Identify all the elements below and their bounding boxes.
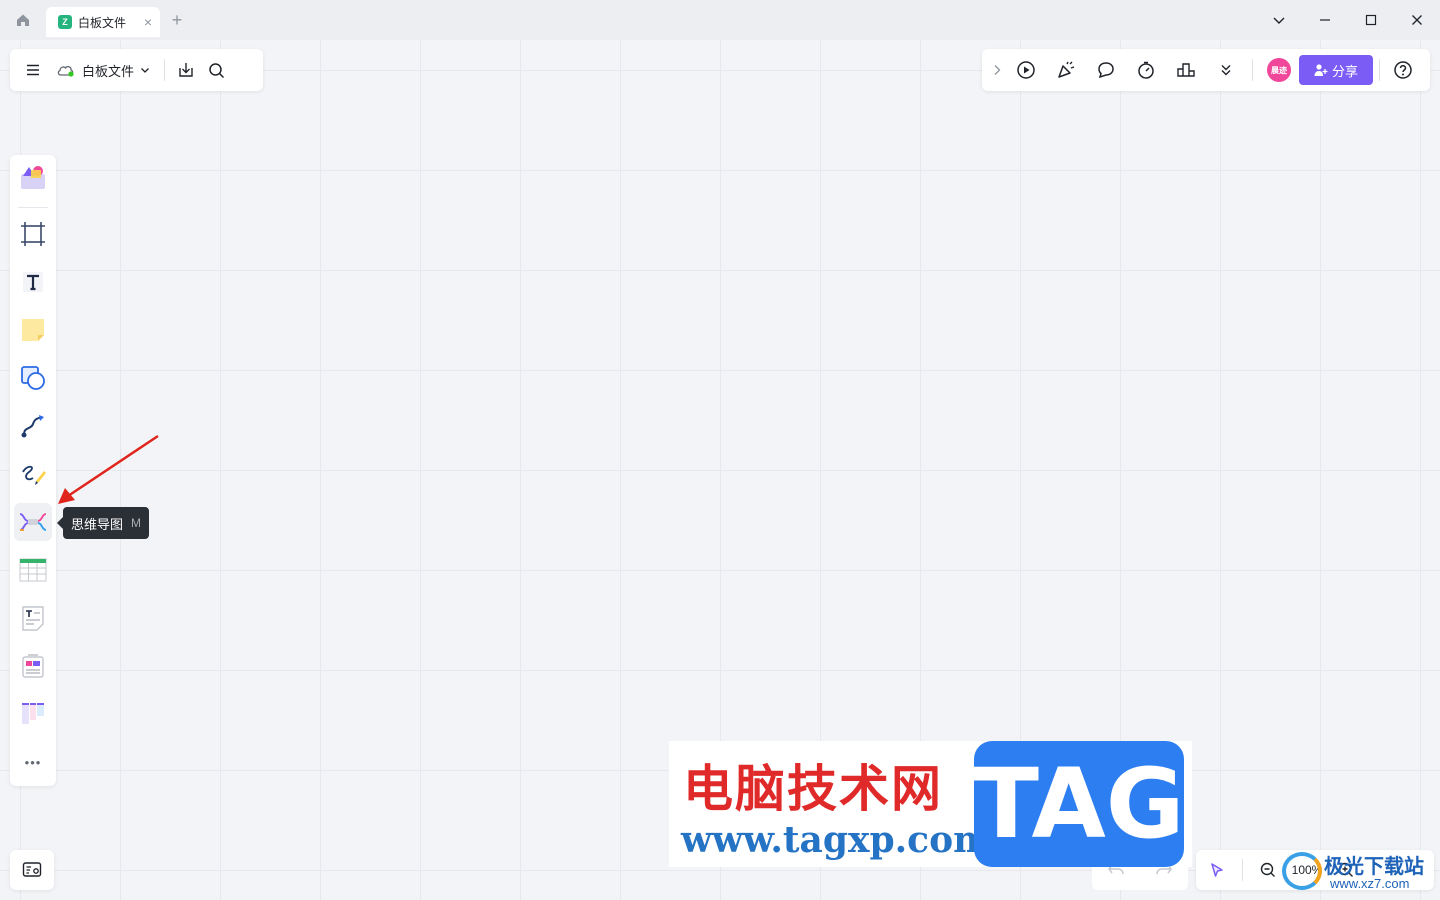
divider (1379, 59, 1380, 81)
help-button[interactable] (1386, 55, 1420, 85)
tool-pen[interactable] (14, 455, 52, 493)
frame-icon (21, 222, 45, 246)
tool-document[interactable] (14, 599, 52, 637)
search-icon (208, 62, 224, 78)
pen-icon (22, 465, 46, 485)
tool-text[interactable] (14, 263, 52, 301)
close-icon (1412, 15, 1422, 25)
select-tool-button[interactable] (1202, 855, 1232, 885)
play-circle-icon (1017, 61, 1035, 79)
tool-frame[interactable] (14, 215, 52, 253)
annotation-arrow-icon (58, 434, 159, 504)
document-icon (22, 606, 44, 631)
collapse-toolbar-button[interactable] (988, 55, 1006, 85)
mind-map-icon (19, 513, 47, 531)
document-name: 白板文件 (82, 63, 135, 79)
double-chevron-down-icon (1221, 65, 1231, 76)
divider (1252, 59, 1253, 81)
maximize-icon (1365, 14, 1377, 26)
cloud-synced-icon (57, 65, 74, 77)
zoom-out-icon (1260, 862, 1275, 877)
comment-icon (1098, 62, 1114, 79)
map-card-icon (22, 862, 42, 877)
share-button[interactable]: 分享 (1299, 55, 1373, 85)
title-bar: Z 白板文件 × + (0, 0, 1440, 40)
more-tools-button[interactable]: ••• (14, 743, 52, 781)
minimize-icon (1320, 19, 1330, 21)
comment-button[interactable] (1086, 55, 1126, 85)
tool-sticky-note[interactable] (14, 311, 52, 349)
divider (1242, 859, 1243, 881)
menu-button[interactable] (18, 55, 48, 85)
tool-connector[interactable] (14, 407, 52, 445)
tool-shapes[interactable] (14, 359, 52, 397)
search-button[interactable] (201, 55, 231, 85)
party-popper-icon (1058, 61, 1075, 78)
user-avatar[interactable]: 晨迹 (1267, 58, 1291, 82)
app-logo-icon: Z (58, 15, 72, 29)
vote-button[interactable] (1166, 55, 1206, 85)
more-tools-button[interactable] (1206, 55, 1246, 85)
divider (18, 207, 48, 208)
new-tab-button[interactable]: + (160, 10, 194, 31)
share-label: 分享 (1331, 63, 1358, 79)
minimap-button[interactable] (10, 850, 54, 890)
aurora-logo-icon (1282, 852, 1322, 890)
watermark-site-name: 电脑技术网 (683, 760, 943, 818)
file-toolbar: 白板文件 (10, 49, 263, 91)
zoom-out-button[interactable] (1253, 855, 1283, 885)
chevron-down-icon (1273, 17, 1285, 24)
home-icon (17, 14, 29, 26)
tab-close-icon[interactable]: × (144, 14, 152, 30)
present-button[interactable] (1006, 55, 1046, 85)
divider (164, 59, 166, 81)
sticky-note-icon (22, 319, 44, 341)
download-button[interactable] (171, 55, 201, 85)
maximize-button[interactable] (1348, 0, 1394, 40)
home-button[interactable] (0, 0, 46, 40)
chevron-right-icon (994, 65, 1001, 75)
timer-button[interactable] (1126, 55, 1166, 85)
tab-title: 白板文件 (78, 15, 127, 30)
collaboration-toolbar: 晨迹 分享 (982, 49, 1430, 91)
mind-map-tooltip: 思维导图 M (56, 507, 150, 539)
watermark-tag-logo: TAG (973, 741, 1185, 867)
podium-icon (1177, 63, 1195, 77)
watermark-corner: 极光下载站 www.xz7.com (1282, 850, 1432, 894)
window-controls (1256, 0, 1440, 40)
celebrate-button[interactable] (1046, 55, 1086, 85)
card-list-icon (22, 654, 44, 678)
watermark-corner-name: 极光下载站 (1324, 854, 1424, 878)
tool-table[interactable] (14, 551, 52, 589)
download-icon (179, 63, 193, 77)
text-icon (23, 272, 43, 292)
document-name-button[interactable]: 白板文件 (48, 55, 158, 85)
tool-templates[interactable] (14, 159, 52, 197)
watermark-corner-url: www.xz7.com (1330, 876, 1410, 891)
chevron-down-icon (141, 68, 149, 73)
close-button[interactable] (1394, 0, 1440, 40)
tool-kanban[interactable] (14, 695, 52, 733)
add-user-icon (1314, 64, 1328, 76)
table-icon (19, 558, 47, 582)
tab-whiteboard[interactable]: Z 白板文件 × (46, 7, 160, 37)
kanban-icon (22, 703, 44, 724)
minimize-button[interactable] (1302, 0, 1348, 40)
hamburger-menu-icon (27, 64, 39, 76)
tooltip-shortcut: M (131, 516, 142, 530)
help-icon (1394, 61, 1412, 79)
cursor-icon (1211, 863, 1223, 877)
shapes-icon (21, 366, 45, 390)
templates-icon (21, 166, 45, 189)
timer-icon (1138, 61, 1154, 79)
dropdown-button[interactable] (1256, 0, 1302, 40)
watermark-banner: 电脑技术网 www.tagxp.com TAG (669, 741, 1192, 867)
tool-mind-map[interactable] (14, 503, 52, 541)
watermark-url: www.tagxp.com (681, 819, 992, 861)
tool-card[interactable] (14, 647, 52, 685)
curve-connector-icon (21, 415, 44, 438)
tooltip-label: 思维导图 (71, 516, 124, 532)
